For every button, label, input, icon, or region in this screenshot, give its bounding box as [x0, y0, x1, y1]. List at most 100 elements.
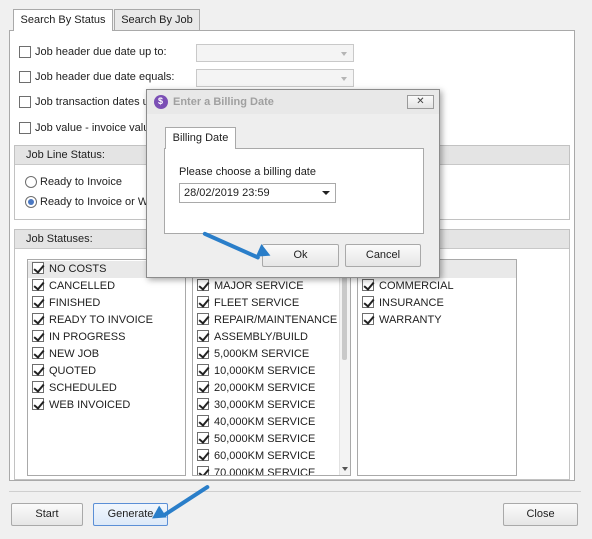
- tab-search-by-status[interactable]: Search By Status: [13, 9, 113, 31]
- due-date-equals-combo: [196, 69, 354, 87]
- list-item-checkbox[interactable]: [197, 398, 209, 410]
- filter-transaction-dates-checkbox[interactable]: [19, 96, 31, 108]
- filter-due-date-up-to-label: Job header due date up to:: [35, 46, 167, 58]
- list-item-checkbox[interactable]: [32, 279, 44, 291]
- filter-due-date-up-to-checkbox[interactable]: [19, 46, 31, 58]
- list-item[interactable]: 5,000KM SERVICE: [193, 346, 350, 363]
- list-item-checkbox[interactable]: [32, 330, 44, 342]
- list-item-label: 20,000KM SERVICE: [214, 382, 316, 394]
- list-item-label: 40,000KM SERVICE: [214, 416, 316, 428]
- list-item-checkbox[interactable]: [32, 296, 44, 308]
- list-item-checkbox[interactable]: [32, 313, 44, 325]
- list-item[interactable]: COMMERCIAL: [358, 278, 516, 295]
- list-item[interactable]: QUOTED: [28, 363, 185, 380]
- list-item[interactable]: CANCELLED: [28, 278, 185, 295]
- close-button[interactable]: Close: [503, 503, 578, 526]
- ready-to-invoice-or-w-radio[interactable]: [25, 196, 37, 208]
- status-list-3[interactable]: COMMERCIAL INSURANCE WARRANTY: [357, 259, 517, 476]
- ready-to-invoice-radio[interactable]: [25, 176, 37, 188]
- list-item-label: WEB INVOICED: [49, 399, 131, 411]
- list-item[interactable]: WARRANTY: [358, 312, 516, 329]
- list-item[interactable]: INSURANCE: [358, 295, 516, 312]
- list-item-checkbox[interactable]: [197, 330, 209, 342]
- billing-date-picker[interactable]: 28/02/2019 23:59: [179, 183, 336, 203]
- list-item-label: READY TO INVOICE: [49, 314, 153, 326]
- ready-to-invoice-or-w-label: Ready to Invoice or W: [40, 196, 149, 208]
- billing-date-value: 28/02/2019 23:59: [184, 187, 270, 199]
- list-item[interactable]: 50,000KM SERVICE: [193, 431, 350, 448]
- list-item[interactable]: WEB INVOICED: [28, 397, 185, 414]
- list-item-checkbox[interactable]: [32, 364, 44, 376]
- list-item-checkbox[interactable]: [362, 296, 374, 308]
- list-item[interactable]: IN PROGRESS: [28, 329, 185, 346]
- list-item-label: 10,000KM SERVICE: [214, 365, 316, 377]
- filter-due-date-equals-label: Job header due date equals:: [35, 71, 175, 83]
- list-item[interactable]: FLEET SERVICE: [193, 295, 350, 312]
- list-item[interactable]: REPAIR/MAINTENANCE: [193, 312, 350, 329]
- list-item[interactable]: ASSEMBLY/BUILD: [193, 329, 350, 346]
- scroll-down-icon[interactable]: [342, 467, 348, 471]
- list-item-checkbox[interactable]: [32, 398, 44, 410]
- status-list-2[interactable]: MAJOR SERVICE FLEET SERVICE REPAIR/MAINT…: [192, 259, 351, 476]
- list-item[interactable]: 70,000KM SERVICE: [193, 465, 350, 475]
- list-item-checkbox[interactable]: [197, 279, 209, 291]
- billing-date-dialog: $ Enter a Billing Date ✕ Billing Date Pl…: [146, 89, 440, 278]
- list-item[interactable]: NEW JOB: [28, 346, 185, 363]
- annotation-arrow-generate: [161, 484, 211, 518]
- filter-due-date-equals-checkbox[interactable]: [19, 71, 31, 83]
- list-2-scrollbar[interactable]: [339, 260, 350, 475]
- list-item-label: REPAIR/MAINTENANCE: [214, 314, 338, 326]
- list-item[interactable]: FINISHED: [28, 295, 185, 312]
- filter-job-value-label: Job value - invoice valu: [35, 122, 150, 134]
- dialog-close-icon[interactable]: ✕: [407, 95, 434, 109]
- tab-billing-date[interactable]: Billing Date: [165, 127, 236, 149]
- list-item-checkbox[interactable]: [197, 449, 209, 461]
- start-button[interactable]: Start: [11, 503, 83, 526]
- list-item-label: SCHEDULED: [49, 382, 117, 394]
- list-item-checkbox[interactable]: [32, 262, 44, 274]
- list-item-label: MAJOR SERVICE: [214, 280, 304, 292]
- dialog-title: Enter a Billing Date: [173, 96, 274, 108]
- list-item-checkbox[interactable]: [362, 279, 374, 291]
- list-item-label: 5,000KM SERVICE: [214, 348, 310, 360]
- list-item-checkbox[interactable]: [32, 381, 44, 393]
- list-item-checkbox[interactable]: [197, 347, 209, 359]
- list-item-checkbox[interactable]: [197, 381, 209, 393]
- list-item-label: IN PROGRESS: [49, 331, 126, 343]
- cancel-button[interactable]: Cancel: [345, 244, 421, 267]
- list-item-checkbox[interactable]: [197, 432, 209, 444]
- tab-search-by-job[interactable]: Search By Job: [114, 9, 200, 30]
- list-item-label: 50,000KM SERVICE: [214, 433, 316, 445]
- list-item[interactable]: 10,000KM SERVICE: [193, 363, 350, 380]
- list-item-checkbox[interactable]: [32, 347, 44, 359]
- list-item-checkbox[interactable]: [197, 296, 209, 308]
- list-item-checkbox[interactable]: [197, 313, 209, 325]
- scrollbar-thumb[interactable]: [342, 274, 347, 360]
- filter-transaction-dates-label: Job transaction dates u: [35, 96, 149, 108]
- filter-job-value-checkbox[interactable]: [19, 122, 31, 134]
- list-item-label: FLEET SERVICE: [214, 297, 300, 309]
- list-item-checkbox[interactable]: [197, 466, 209, 475]
- list-item-label: INSURANCE: [379, 297, 444, 309]
- list-item-checkbox[interactable]: [197, 364, 209, 376]
- list-item-label: CANCELLED: [49, 280, 116, 292]
- list-item-checkbox[interactable]: [197, 415, 209, 427]
- list-item-label: COMMERCIAL: [379, 280, 454, 292]
- ok-button[interactable]: Ok: [262, 244, 339, 267]
- list-item-checkbox[interactable]: [362, 313, 374, 325]
- list-item-label: NO COSTS: [49, 263, 107, 275]
- dialog-titlebar: $ Enter a Billing Date ✕: [147, 90, 439, 114]
- list-item[interactable]: 30,000KM SERVICE: [193, 397, 350, 414]
- status-list-1[interactable]: NO COSTS CANCELLED FINISHED READY TO INV…: [27, 259, 186, 476]
- list-item-label: WARRANTY: [379, 314, 442, 326]
- list-item[interactable]: 40,000KM SERVICE: [193, 414, 350, 431]
- list-item[interactable]: READY TO INVOICE: [28, 312, 185, 329]
- due-date-up-to-combo: [196, 44, 354, 62]
- list-item[interactable]: MAJOR SERVICE: [193, 278, 350, 295]
- list-item-label: 60,000KM SERVICE: [214, 450, 316, 462]
- app-logo-icon: $: [154, 95, 168, 109]
- list-item[interactable]: 20,000KM SERVICE: [193, 380, 350, 397]
- dropdown-arrow-icon[interactable]: [322, 191, 330, 195]
- list-item[interactable]: SCHEDULED: [28, 380, 185, 397]
- list-item[interactable]: 60,000KM SERVICE: [193, 448, 350, 465]
